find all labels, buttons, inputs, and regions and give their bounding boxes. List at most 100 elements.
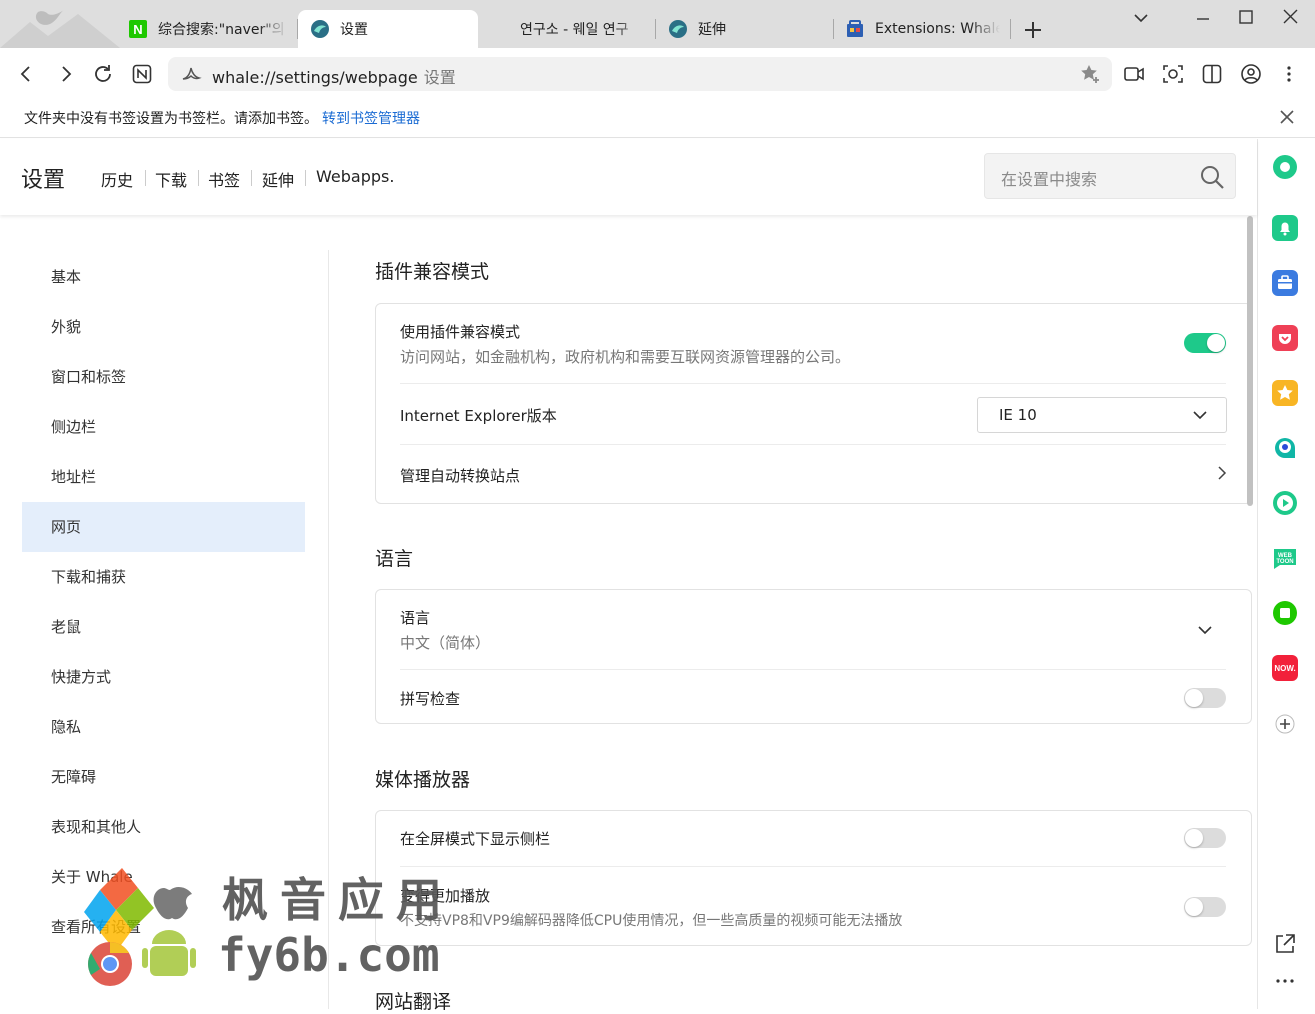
header-nav-downloads[interactable]: 下载 [155,167,187,191]
nav-item-shortcuts[interactable]: 快捷方式 [22,652,305,702]
chevron-right-icon[interactable] [1216,465,1228,481]
section-title-media: 媒体播放器 [375,769,471,791]
favorites-app-icon[interactable] [1272,380,1298,406]
compat-mode-title: 使用插件兼容模式 [400,323,521,341]
tab-list-button[interactable] [1130,8,1152,28]
svg-text:NOW.: NOW. [1274,664,1295,673]
nav-item-appearance[interactable]: 外貌 [22,302,305,352]
toggle-knob [1185,829,1203,847]
menu-button[interactable] [1275,60,1303,88]
whale-logo-icon [0,10,120,48]
pocket-app-icon[interactable] [1272,325,1298,351]
settings-search-input[interactable]: 在设置中搜索 [984,153,1236,199]
section-title-plugin: 插件兼容模式 [375,261,490,283]
tab-settings[interactable]: 设置 [298,10,478,48]
chevron-down-icon [1134,14,1148,23]
green-square-app-icon[interactable] [1272,600,1298,626]
page-title: 设置 [21,168,66,193]
maximize-button[interactable] [1235,8,1257,28]
tab-extensions-cn[interactable]: 延伸 [668,10,818,48]
row-divider [400,444,1226,445]
language-card [375,589,1252,724]
url-text[interactable]: whale://settings/webpage 设置 [212,64,456,88]
minimize-button[interactable] [1192,8,1214,28]
language-value: 中文（简体） [400,634,491,652]
header-nav-separator [198,170,199,186]
tab-separator [655,19,656,39]
watermark-url-text: fy6b.com [218,928,440,982]
header-nav-separator [145,170,146,186]
nav-item-windows-tabs[interactable]: 窗口和标签 [22,352,305,402]
scrollbar-thumb[interactable] [1247,216,1253,506]
nav-item-sidebar[interactable]: 侧边栏 [22,402,305,452]
fullscreen-sidebar-toggle[interactable] [1184,828,1226,848]
header-nav-webapps[interactable]: Webapps. [316,167,394,186]
toggle-knob [1185,898,1203,916]
naver-home-icon [132,64,152,84]
notification-app-icon[interactable] [1272,215,1298,241]
tab-label: 设置 [340,22,368,38]
papago-app-icon[interactable] [1272,435,1298,461]
green-dot-app-icon[interactable] [1272,154,1298,180]
nav-item-accessibility[interactable]: 无障碍 [22,752,305,802]
manage-sites-label[interactable]: 管理自动转换站点 [400,465,520,486]
tab-lab[interactable]: 연구소 - 웨일 연구 [520,10,645,48]
nav-item-privacy[interactable]: 隐私 [22,702,305,752]
naver-home-button[interactable] [128,60,156,88]
section-title-translate: 网站翻译 [375,991,452,1013]
whale-icon [668,19,688,39]
header-nav-extensions[interactable]: 延伸 [262,167,294,191]
arrow-right-icon [62,66,72,82]
header-nav-bookmarks[interactable]: 书签 [208,167,240,191]
close-window-button[interactable] [1280,8,1302,28]
split-view-button[interactable] [1198,60,1226,88]
tab-extensions-store[interactable]: Extensions: Whale [845,10,1000,48]
row-divider [400,866,1226,867]
nav-item-webpage[interactable]: 网页 [22,502,305,552]
nav-item-mouse[interactable]: 老鼠 [22,602,305,652]
play-app-icon[interactable] [1272,490,1298,516]
smooth-playback-desc: 不支持VP8和VP9编解码器降低CPU使用情况，但一些高质量的视频可能无法播放 [400,913,903,929]
nav-item-downloads-capture[interactable]: 下载和捕获 [22,552,305,602]
reload-button[interactable] [89,60,117,88]
forward-button[interactable] [52,60,80,88]
compat-mode-toggle[interactable] [1184,333,1226,353]
search-icon[interactable] [1199,164,1225,190]
toggle-knob [1185,689,1203,707]
watermark-chinese-text: 枫音应用 [222,873,454,927]
now-app-icon[interactable]: NOW. [1272,655,1298,681]
spell-check-toggle[interactable] [1184,688,1226,708]
compat-mode-desc: 访问网站，如金融机构，政府机构和需要互联网资源管理器的公司。 [400,348,851,366]
ie-version-select[interactable]: IE 10 [977,397,1227,433]
bookmark-star-button[interactable] [1076,60,1104,88]
capture-button[interactable] [1159,60,1187,88]
open-external-button[interactable] [1272,931,1298,957]
bookmark-bar-close-button[interactable] [1279,109,1295,125]
video-button[interactable] [1120,60,1148,88]
ie-version-label: Internet Explorer版本 [400,407,557,425]
spell-check-label: 拼写检查 [400,690,461,708]
tab-naver-search[interactable]: N 综合搜索:"naver"의 [128,10,288,48]
nav-item-address-bar[interactable]: 地址栏 [22,452,305,502]
back-button[interactable] [12,60,40,88]
add-app-button[interactable] [1272,711,1298,737]
header-nav-history[interactable]: 历史 [101,167,133,191]
webtoon-app-icon[interactable]: WEB TOON [1272,545,1298,571]
nav-item-people[interactable]: 表现和其他人 [22,802,305,852]
toolbox-app-icon[interactable] [1272,270,1298,296]
external-link-icon [1276,934,1295,953]
whale-scheme-icon [180,63,202,85]
profile-icon [1241,64,1261,84]
language-expand-button[interactable] [1197,624,1213,636]
sidebar-more-button[interactable] [1272,968,1298,994]
bookmark-bar-text: 文件夹中没有书签设置为书签栏。请添加书签。 [24,111,318,127]
profile-button[interactable] [1237,60,1265,88]
new-tab-button[interactable] [1021,18,1045,42]
arrow-left-icon [20,66,30,82]
smooth-playback-toggle[interactable] [1184,897,1226,917]
fullscreen-sidebar-label: 在全屏模式下显示侧栏 [400,830,551,848]
bookmark-manager-link[interactable]: 转到书签管理器 [322,111,420,127]
language-label: 语言 [400,609,431,627]
nav-item-basic[interactable]: 基本 [22,252,305,302]
ie-version-value: IE 10 [999,406,1037,424]
